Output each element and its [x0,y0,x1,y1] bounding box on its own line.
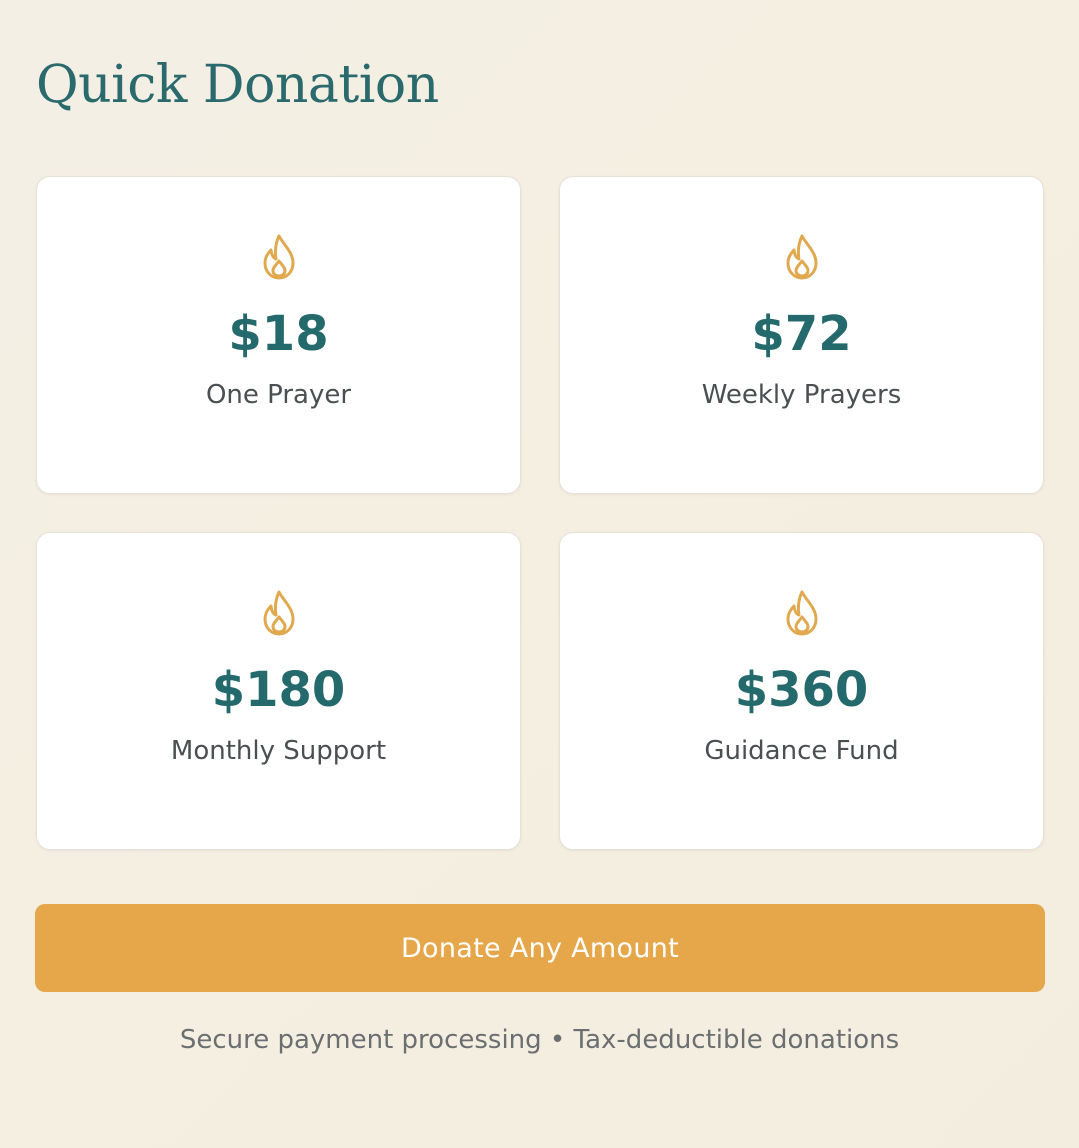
flame-icon [263,590,294,636]
donation-option-360[interactable]: $360 Guidance Fund [559,532,1044,850]
page-title: Quick Donation [36,55,439,115]
donation-option-18[interactable]: $18 One Prayer [36,176,521,494]
flame-icon [263,234,294,280]
footer-note: Secure payment processing • Tax-deductib… [179,1025,900,1055]
donation-label: Guidance Fund [704,736,899,766]
flame-icon [786,234,817,280]
donation-amount: $360 [734,662,869,718]
donate-any-amount-button[interactable]: Donate Any Amount [35,904,1045,992]
donation-option-72[interactable]: $72 Weekly Prayers [559,176,1044,494]
donation-amount: $18 [228,306,329,362]
donation-options-grid: $18 One Prayer $72 Weekly Prayers $180 M… [36,176,1044,850]
flame-icon [786,590,817,636]
donation-amount: $72 [751,306,852,362]
donation-label: Monthly Support [170,736,387,766]
donation-option-180[interactable]: $180 Monthly Support [36,532,521,850]
donation-label: One Prayer [205,380,352,410]
donation-amount: $180 [211,662,346,718]
donation-label: Weekly Prayers [701,380,902,410]
